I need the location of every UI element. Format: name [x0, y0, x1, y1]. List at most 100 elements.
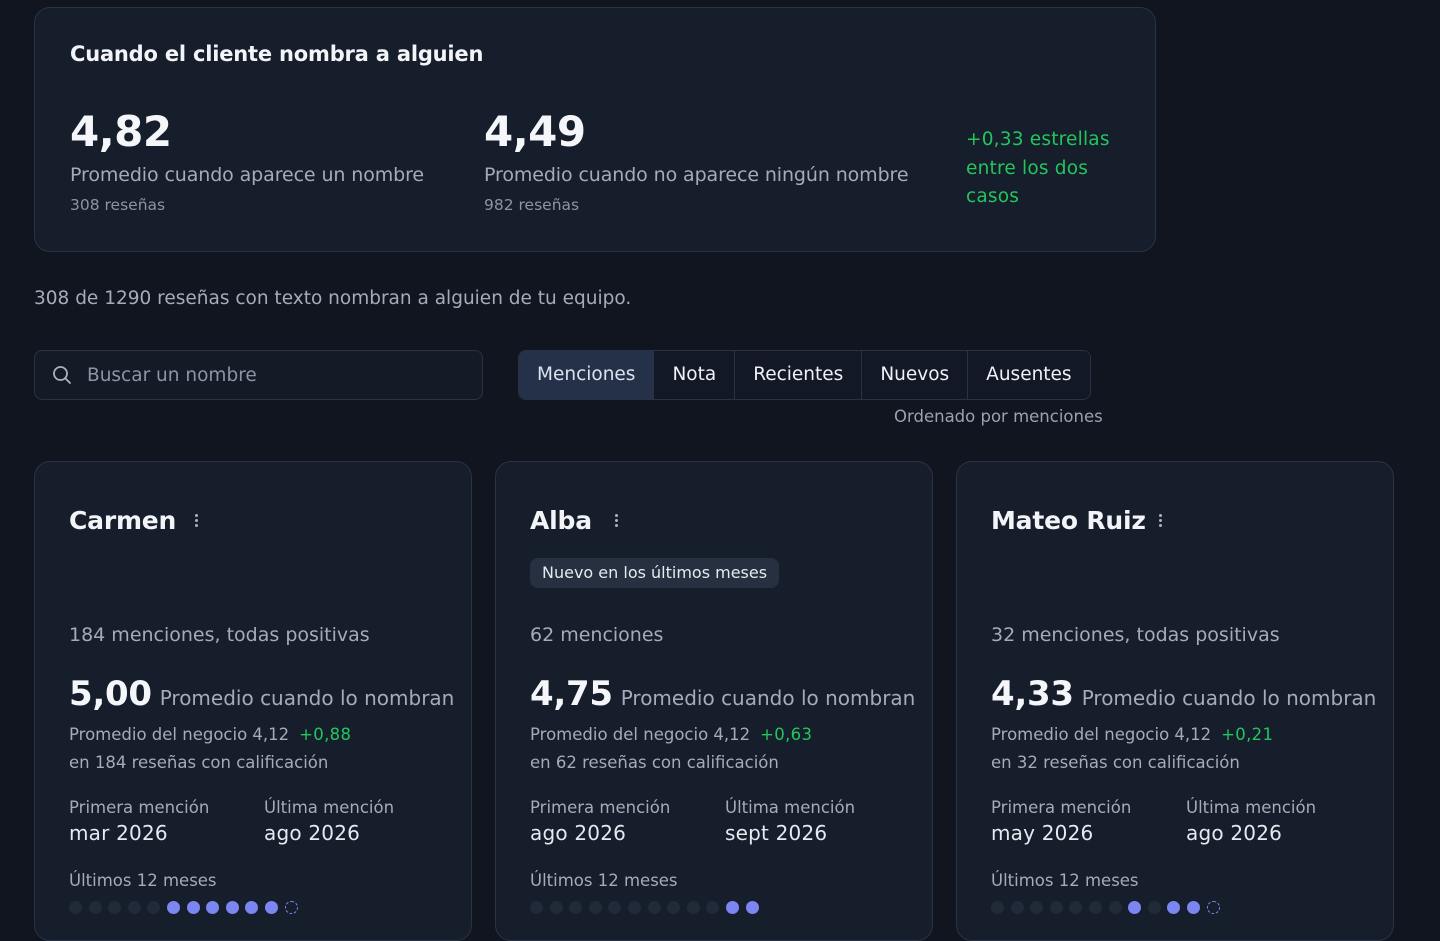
person-card: Carmen 184 menciones, todas positivas 5,… [34, 461, 472, 941]
average-value: 4,75 [530, 674, 613, 714]
months-label: Últimos 12 meses [530, 871, 678, 890]
last-mention-value: ago 2026 [264, 821, 361, 845]
sort-tabs: Menciones Nota Recientes Nuevos Ausentes [518, 350, 1091, 400]
average-label: Promedio cuando lo nombran [1081, 686, 1377, 710]
person-card: Alba Nuevo en los últimos meses 62 menci… [495, 461, 933, 941]
month-dot [1049, 901, 1063, 914]
last-mention-value: ago 2026 [1186, 821, 1283, 845]
tab-nuevos[interactable]: Nuevos [862, 351, 969, 399]
person-name: Alba [530, 506, 592, 535]
tab-nota[interactable]: Nota [654, 351, 736, 399]
more-options-icon[interactable] [192, 512, 200, 532]
month-dot [667, 901, 681, 914]
business-average: Promedio del negocio 4,12 [991, 725, 1212, 744]
month-dot [530, 901, 543, 914]
more-options-icon[interactable] [1156, 512, 1164, 532]
search-icon [53, 366, 71, 384]
month-dot [284, 901, 298, 914]
business-average: Promedio del negocio 4,12 [69, 725, 290, 744]
more-options-icon[interactable] [612, 512, 620, 532]
mentions-count: 32 menciones, todas positivas [991, 624, 1280, 646]
based-on-reviews: en 32 reseñas con calificación [991, 753, 1240, 772]
month-dot [569, 901, 583, 914]
person-name: Carmen [69, 506, 177, 535]
month-dot [245, 901, 259, 914]
summary-panel: Cuando el cliente nombra a alguien 4,82 … [34, 7, 1156, 252]
month-dot [725, 901, 739, 914]
tab-menciones[interactable]: Menciones [519, 351, 655, 399]
month-dot [686, 901, 700, 914]
business-average-row: Promedio del negocio 4,12 +0,63 [530, 725, 812, 744]
rating-delta: +0,63 [760, 725, 813, 744]
average-label: Promedio cuando lo nombran [620, 686, 916, 710]
month-dot [108, 901, 122, 914]
new-badge: Nuevo en los últimos meses [530, 558, 780, 588]
stat-with-name-reviews: 308 reseñas [70, 196, 166, 214]
business-average-row: Promedio del negocio 4,12 +0,88 [69, 725, 351, 744]
average-value: 4,33 [991, 674, 1074, 714]
first-mention-label: Primera mención [69, 798, 210, 817]
month-dot [647, 901, 661, 914]
month-dot [706, 901, 720, 914]
first-mention-value: mar 2026 [69, 821, 168, 845]
month-dot [1069, 901, 1083, 914]
month-dot [991, 901, 1004, 914]
month-dot [1128, 901, 1142, 914]
tab-recientes[interactable]: Recientes [735, 351, 863, 399]
business-average-row: Promedio del negocio 4,12 +0,21 [991, 725, 1273, 744]
stat-without-name-label: Promedio cuando no aparece ningún nombre [484, 164, 909, 186]
month-dot [1010, 901, 1024, 914]
month-dot [745, 901, 759, 914]
mentions-count: 62 menciones [530, 624, 664, 646]
monthly-activity-dots [69, 901, 304, 914]
month-dot [1030, 901, 1044, 914]
month-dot [1206, 901, 1220, 914]
person-name: Mateo Ruiz [991, 506, 1146, 535]
month-dot [186, 901, 200, 914]
average-value: 5,00 [69, 674, 152, 714]
sort-note: Ordenado por menciones [894, 407, 1103, 426]
stat-with-name: 4,82 Promedio cuando aparece un nombre 3… [70, 106, 424, 214]
month-dot [588, 901, 602, 914]
month-dot [225, 901, 239, 914]
monthly-activity-dots [991, 901, 1226, 914]
last-mention-label: Última mención [264, 798, 395, 817]
rating-delta: +0,21 [1221, 725, 1274, 744]
first-mention-value: ago 2026 [530, 821, 627, 845]
business-average: Promedio del negocio 4,12 [530, 725, 751, 744]
based-on-reviews: en 184 reseñas con calificación [69, 753, 329, 772]
month-dot [166, 901, 180, 914]
month-dot [627, 901, 641, 914]
month-dot [1167, 901, 1181, 914]
months-label: Últimos 12 meses [991, 871, 1139, 890]
search-box[interactable] [34, 350, 483, 400]
month-dot [69, 901, 82, 914]
tab-ausentes[interactable]: Ausentes [968, 351, 1090, 399]
summary-title: Cuando el cliente nombra a alguien [70, 42, 484, 66]
month-dot [549, 901, 563, 914]
stat-with-name-value: 4,82 [70, 107, 172, 156]
stat-without-name: 4,49 Promedio cuando no aparece ningún n… [484, 106, 909, 214]
average-row: 4,33 Promedio cuando lo nombran [991, 674, 1376, 714]
month-dot [147, 901, 161, 914]
stat-with-name-label: Promedio cuando aparece un nombre [70, 164, 424, 186]
last-mention-label: Última mención [1186, 798, 1317, 817]
first-mention-label: Primera mención [991, 798, 1132, 817]
month-dot [206, 901, 220, 914]
stat-without-name-reviews: 982 reseñas [484, 196, 580, 214]
intro-text: 308 de 1290 reseñas con texto nombran a … [34, 288, 632, 309]
month-dot [127, 901, 141, 914]
month-dot [1147, 901, 1161, 914]
month-dot [1186, 901, 1200, 914]
last-mention-label: Última mención [725, 798, 856, 817]
rating-delta: +0,88 [299, 725, 352, 744]
difference-note: +0,33 estrellas entre los dos casos [966, 129, 1110, 207]
person-card: Mateo Ruiz 32 menciones, todas positivas… [956, 461, 1394, 941]
average-row: 5,00 Promedio cuando lo nombran [69, 674, 454, 714]
search-input[interactable] [87, 352, 467, 398]
average-label: Promedio cuando lo nombran [159, 686, 455, 710]
month-dot [608, 901, 622, 914]
month-dot [1088, 901, 1102, 914]
month-dot [88, 901, 102, 914]
stat-without-name-value: 4,49 [484, 107, 586, 156]
